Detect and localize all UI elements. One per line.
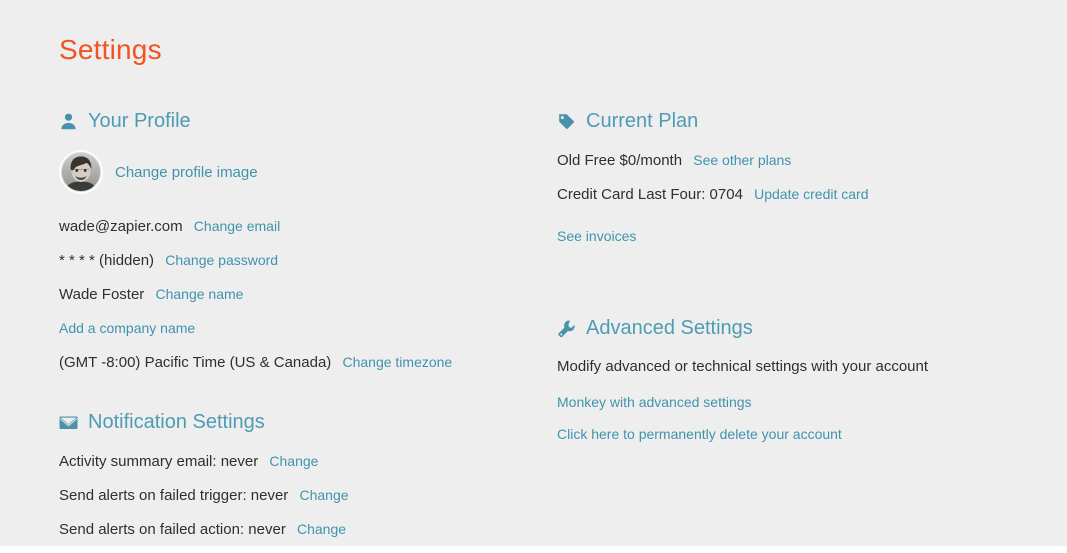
password-row: * * * * (hidden) Change password: [59, 250, 529, 271]
name-value: Wade Foster: [59, 286, 145, 303]
credit-card-row: Credit Card Last Four: 0704 Update credi…: [557, 184, 1027, 205]
notification-settings-title: Notification Settings: [88, 411, 265, 433]
delete-account-link[interactable]: Click here to permanently delete your ac…: [557, 426, 1027, 442]
avatar[interactable]: [59, 150, 103, 194]
right-column: Current Plan Old Free $0/month See other…: [557, 108, 1027, 458]
your-profile-section: Your Profile Change profile image wade@z…: [59, 108, 529, 373]
see-invoices-link[interactable]: See invoices: [557, 228, 636, 244]
change-timezone-link[interactable]: Change timezone: [342, 354, 452, 370]
advanced-settings-section: Advanced Settings Modify advanced or tec…: [557, 315, 1027, 442]
invoices-row: See invoices: [557, 226, 1027, 247]
notification-item: Activity summary email: never Change: [59, 451, 529, 472]
page-title: Settings: [59, 34, 162, 65]
notification-settings-heading: Notification Settings: [59, 409, 529, 435]
current-plan-section: Current Plan Old Free $0/month See other…: [557, 108, 1027, 247]
wrench-icon: [557, 319, 576, 338]
activity-summary-label: Activity summary email: never: [59, 453, 259, 470]
email-value: wade@zapier.com: [59, 218, 183, 235]
credit-card-value: Credit Card Last Four: 0704: [557, 186, 743, 203]
current-plan-title: Current Plan: [586, 110, 699, 132]
settings-page: Settings Your Profile Change profile ima…: [0, 0, 1067, 553]
failed-action-label: Send alerts on failed action: never: [59, 521, 286, 538]
password-value: * * * * (hidden): [59, 252, 155, 269]
timezone-row: (GMT -8:00) Pacific Time (US & Canada) C…: [59, 352, 529, 373]
change-activity-summary-link[interactable]: Change: [269, 453, 318, 469]
change-profile-image-link[interactable]: Change profile image: [115, 164, 258, 181]
change-failed-action-link[interactable]: Change: [297, 521, 346, 537]
change-password-link[interactable]: Change password: [165, 252, 278, 268]
add-company-name-link[interactable]: Add a company name: [59, 320, 195, 336]
email-row: wade@zapier.com Change email: [59, 216, 529, 237]
update-credit-card-link[interactable]: Update credit card: [754, 186, 868, 202]
see-other-plans-link[interactable]: See other plans: [693, 152, 791, 168]
profile-image-row: Change profile image: [59, 150, 529, 194]
monkey-advanced-settings-link[interactable]: Monkey with advanced settings: [557, 394, 1027, 410]
notification-item: Send alerts on failed trigger: never Cha…: [59, 485, 529, 506]
current-plan-heading: Current Plan: [557, 108, 1027, 134]
failed-trigger-label: Send alerts on failed trigger: never: [59, 487, 289, 504]
tag-icon: [557, 112, 576, 131]
left-column: Your Profile Change profile image wade@z…: [59, 108, 529, 553]
change-email-link[interactable]: Change email: [194, 218, 280, 234]
plan-name-value: Old Free $0/month: [557, 152, 683, 169]
name-row: Wade Foster Change name: [59, 284, 529, 305]
advanced-settings-title: Advanced Settings: [586, 317, 753, 339]
your-profile-heading: Your Profile: [59, 108, 529, 134]
notification-settings-section: Notification Settings Activity summary e…: [59, 409, 529, 540]
your-profile-title: Your Profile: [88, 110, 191, 132]
change-failed-trigger-link[interactable]: Change: [299, 487, 348, 503]
envelope-icon: [59, 413, 78, 432]
change-name-link[interactable]: Change name: [155, 286, 243, 302]
advanced-settings-heading: Advanced Settings: [557, 315, 1027, 341]
plan-name-row: Old Free $0/month See other plans: [557, 150, 1027, 171]
bottom-strip: [0, 546, 1067, 553]
advanced-description: Modify advanced or technical settings wi…: [557, 358, 929, 375]
timezone-value: (GMT -8:00) Pacific Time (US & Canada): [59, 354, 332, 371]
company-row: Add a company name: [59, 318, 529, 339]
user-icon: [59, 112, 78, 131]
notification-item: Send alerts on failed action: never Chan…: [59, 519, 529, 540]
